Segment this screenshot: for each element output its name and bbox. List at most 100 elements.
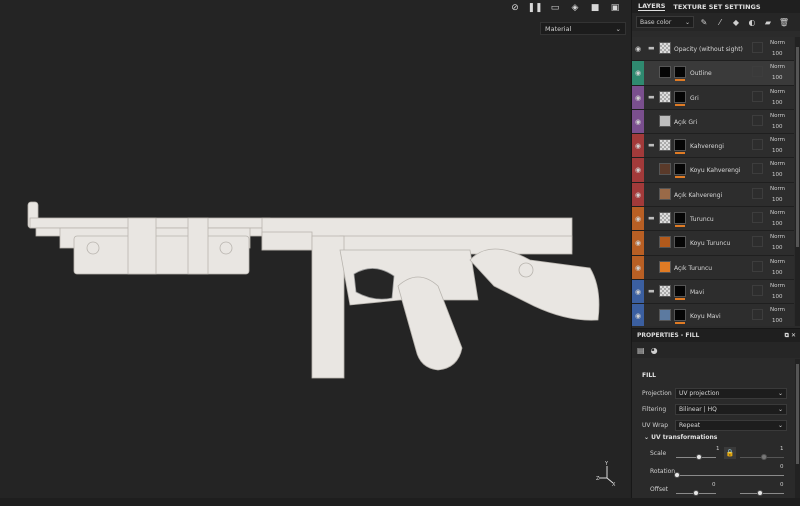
layer-effect-slot[interactable]	[752, 284, 763, 296]
layer-row[interactable]: ◉ Açık Turuncu Norm 100	[632, 255, 794, 280]
rotation-slider-knob[interactable]	[674, 472, 680, 478]
visibility-eye-icon[interactable]: ◉	[635, 264, 641, 272]
add-smart-material-icon[interactable]: ◐	[746, 16, 758, 28]
layer-row[interactable]: ◉ ▬ Mavi Norm 100	[632, 279, 794, 305]
layer-effect-slot[interactable]	[752, 309, 763, 321]
3d-viewport[interactable]: ⊘ ❚❚ ▭ ◈ ■ ▣ Material ⌄ Y Z X	[0, 0, 630, 506]
layer-row[interactable]: ◉ Koyu Kahverengi Norm 100	[632, 158, 794, 183]
layer-name[interactable]: Turuncu	[690, 216, 714, 223]
viewport-mode-select[interactable]: Material ⌄	[540, 22, 626, 35]
layer-row[interactable]: ◉ ▬ Turuncu Norm 100	[632, 207, 794, 232]
layer-row[interactable]: ◉ Açık Kahverengi Norm 100	[632, 182, 794, 208]
layer-thumbnail[interactable]	[659, 90, 671, 103]
lock-icon[interactable]: 🔒	[724, 447, 736, 459]
layer-effect-slot[interactable]	[752, 187, 763, 199]
visibility-eye-icon[interactable]: ◉	[635, 69, 641, 77]
layer-mask-thumbnail[interactable]	[674, 66, 686, 79]
maximize-icon[interactable]: ⧉	[785, 332, 789, 339]
folder-icon[interactable]: ▬	[648, 287, 655, 295]
layer-name[interactable]: Açık Kahverengi	[674, 192, 722, 199]
layer-mask-thumbnail[interactable]	[674, 309, 686, 322]
visibility-eye-icon[interactable]: ◉	[635, 45, 641, 53]
layer-row[interactable]: ◉ ▬ Gri Norm 100	[632, 85, 794, 110]
scale-slider-knob-2[interactable]	[761, 454, 767, 460]
layer-effect-slot[interactable]	[752, 139, 763, 151]
channel-select[interactable]: Base color ⌄	[636, 16, 694, 28]
uvwrap-select[interactable]: Repeat ⌄	[675, 419, 787, 431]
layer-effect-slot[interactable]	[752, 90, 763, 102]
layer-effect-slot[interactable]	[752, 163, 763, 175]
layer-thumbnail[interactable]	[659, 163, 671, 176]
layer-opacity[interactable]: 100	[772, 294, 783, 300]
layer-blend-mode[interactable]: Norm	[770, 210, 785, 216]
layer-opacity[interactable]: 100	[772, 100, 783, 106]
layer-row[interactable]: ◉ Outline Norm 100	[632, 61, 794, 86]
layer-row[interactable]: ◉ Koyu Mavi Norm 100	[632, 304, 794, 326]
layer-name[interactable]: Açık Gri	[674, 119, 697, 126]
layer-mask-thumbnail[interactable]	[674, 284, 686, 297]
offset-slider-knob-2[interactable]	[757, 490, 763, 496]
fill-bucket-icon[interactable]: ◆	[730, 16, 742, 28]
fill-properties-icon[interactable]: ▤	[637, 346, 645, 355]
layer-thumbnail[interactable]	[659, 212, 671, 225]
rotation-slider-track[interactable]	[676, 475, 784, 476]
layer-thumbnail[interactable]	[659, 236, 671, 249]
layer-blend-mode[interactable]: Norm	[770, 40, 785, 46]
layer-blend-mode[interactable]: Norm	[770, 137, 785, 143]
folder-icon[interactable]: ▬	[648, 141, 655, 149]
visibility-eye-icon[interactable]: ◉	[635, 215, 641, 223]
layer-name[interactable]: Gri	[690, 95, 699, 102]
layer-effect-slot[interactable]	[752, 42, 763, 53]
layer-thumbnail[interactable]	[659, 284, 671, 297]
layer-thumbnail[interactable]	[659, 114, 671, 127]
layer-blend-mode[interactable]: Norm	[770, 89, 785, 95]
layer-opacity[interactable]: 100	[772, 75, 783, 81]
visibility-eye-icon[interactable]: ◉	[635, 312, 641, 320]
brush-icon[interactable]: ⁄	[714, 16, 726, 28]
hide-icon[interactable]: ⊘	[508, 1, 522, 15]
layer-row[interactable]: ◉ ▬ Kahverengi Norm 100	[632, 134, 794, 159]
layer-opacity[interactable]: 100	[772, 197, 783, 203]
cube-icon[interactable]: ◈	[568, 1, 582, 15]
effects-icon[interactable]: ✎	[698, 16, 710, 28]
visibility-eye-icon[interactable]: ◉	[635, 142, 641, 150]
screenshot-icon[interactable]: ▣	[608, 1, 622, 15]
layer-blend-mode[interactable]: Norm	[770, 234, 785, 240]
layer-blend-mode[interactable]: Norm	[770, 64, 785, 70]
layer-mask-thumbnail[interactable]	[674, 139, 686, 152]
layer-effect-slot[interactable]	[752, 66, 763, 78]
layer-thumbnail[interactable]	[659, 309, 671, 322]
visibility-eye-icon[interactable]: ◉	[635, 191, 641, 199]
tab-layers[interactable]: LAYERS	[638, 2, 666, 11]
layer-thumbnail[interactable]	[659, 187, 671, 200]
scale-slider-knob[interactable]	[696, 454, 702, 460]
layer-blend-mode[interactable]: Norm	[770, 113, 785, 119]
layer-row[interactable]: ◉ Açık Gri Norm 100	[632, 109, 794, 135]
layer-opacity[interactable]: 100	[772, 318, 783, 324]
layer-name[interactable]: Opacity (without sight)	[674, 46, 743, 53]
layer-blend-mode[interactable]: Norm	[770, 186, 785, 192]
layer-thumbnail[interactable]	[659, 139, 671, 152]
layer-thumbnail[interactable]	[659, 42, 671, 54]
layer-mask-thumbnail[interactable]	[674, 90, 686, 103]
layer-name[interactable]: Açık Turuncu	[674, 265, 712, 272]
layer-row[interactable]: ◉ ▬ Opacity (without sight) Norm 100	[632, 37, 794, 62]
filtering-select[interactable]: Bilinear | HQ ⌄	[675, 403, 787, 415]
layer-blend-mode[interactable]: Norm	[770, 307, 785, 313]
tab-texture-set-settings[interactable]: TEXTURE SET SETTINGS	[673, 3, 760, 11]
layer-name[interactable]: Kahverengi	[690, 143, 724, 150]
layer-name[interactable]: Koyu Turuncu	[690, 240, 730, 247]
layer-mask-thumbnail[interactable]	[674, 163, 686, 176]
layer-blend-mode[interactable]: Norm	[770, 161, 785, 167]
material-sphere-icon[interactable]: ◕	[651, 346, 658, 355]
layer-opacity[interactable]: 100	[772, 270, 783, 276]
layer-blend-mode[interactable]: Norm	[770, 283, 785, 289]
layer-opacity[interactable]: 100	[772, 221, 783, 227]
layer-name[interactable]: Koyu Kahverengi	[690, 167, 740, 174]
visibility-eye-icon[interactable]: ◉	[635, 288, 641, 296]
video-camera-icon[interactable]: ■	[588, 1, 602, 15]
visibility-eye-icon[interactable]: ◉	[635, 239, 641, 247]
pause-icon[interactable]: ❚❚	[527, 1, 542, 15]
visibility-eye-icon[interactable]: ◉	[635, 94, 641, 102]
layer-name[interactable]: Mavi	[690, 289, 704, 296]
